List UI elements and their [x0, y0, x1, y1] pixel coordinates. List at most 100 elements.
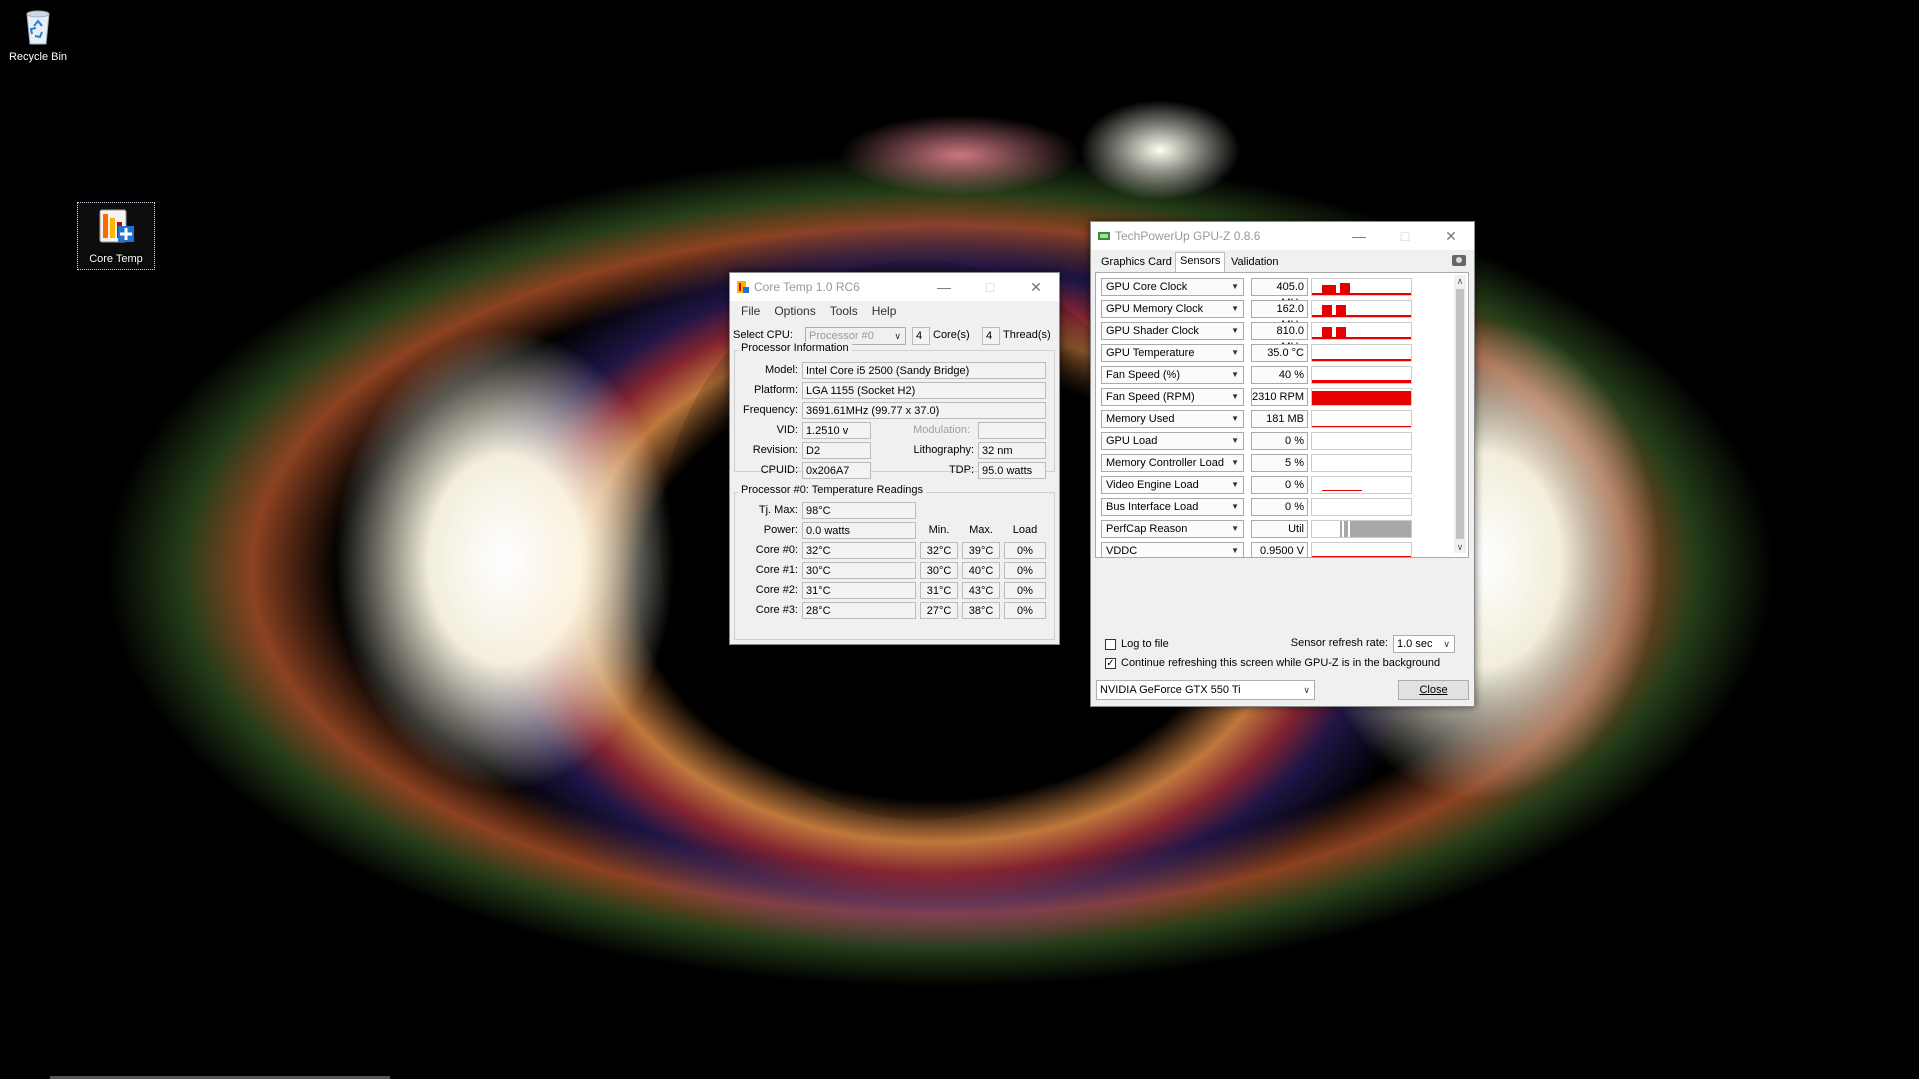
sensor-name-select[interactable]: GPU Shader Clock ▼: [1101, 322, 1244, 340]
sensor-name: Memory Controller Load: [1106, 457, 1224, 469]
sensor-name: Fan Speed (%): [1106, 369, 1180, 381]
core-label: Core #0:: [755, 544, 798, 556]
menu-file[interactable]: File: [734, 304, 767, 318]
temperature-title: Processor #0: Temperature Readings: [738, 484, 927, 496]
sensor-name-select[interactable]: GPU Core Clock ▼: [1101, 278, 1244, 296]
sensor-row: GPU Memory Clock ▼ 162.0 MHz: [1101, 299, 1446, 331]
power-field: 0.0 watts: [802, 522, 916, 539]
sensor-value: 0 %: [1251, 476, 1308, 494]
gpu-select[interactable]: NVIDIA GeForce GTX 550 Ti ∨: [1096, 680, 1315, 700]
log-to-file-checkbox[interactable]: [1105, 639, 1116, 650]
close-icon[interactable]: ✕: [1428, 222, 1474, 250]
dropdown-arrow-icon: ▼: [1231, 370, 1239, 379]
gpuz-titlebar[interactable]: TechPowerUp GPU-Z 0.8.6 — □ ✕: [1091, 222, 1474, 250]
scroll-thumb[interactable]: [1456, 289, 1464, 539]
sensor-row: Bus Interface Load ▼ 0 %: [1101, 497, 1446, 517]
gpuz-tabs: Graphics Card Sensors Validation: [1091, 252, 1474, 273]
sensor-value: 40 %: [1251, 366, 1308, 384]
select-cpu-label: Select CPU:: [733, 329, 793, 341]
tjmax-field: 98°C: [802, 502, 916, 519]
sensor-name: Memory Used: [1106, 413, 1175, 425]
scroll-up-icon[interactable]: ∧: [1454, 275, 1466, 287]
graph-bar: [1322, 490, 1362, 491]
sensor-name-select[interactable]: PerfCap Reason ▼: [1101, 520, 1244, 538]
menu-tools[interactable]: Tools: [823, 304, 865, 318]
menu-bar: File Options Tools Help: [730, 301, 1059, 321]
sensor-scrollbar[interactable]: ∧ ∨: [1454, 275, 1466, 553]
sensor-row: Video Engine Load ▼ 0 %: [1101, 475, 1446, 495]
sensor-graph: [1311, 278, 1412, 296]
sensor-name-select[interactable]: Bus Interface Load ▼: [1101, 498, 1244, 516]
tdp-label: TDP:: [948, 464, 974, 476]
refresh-rate-label: Sensor refresh rate:: [1290, 637, 1388, 649]
maximize-icon: □: [1400, 228, 1410, 244]
close-button[interactable]: Close: [1398, 680, 1469, 700]
sensor-graph: [1311, 520, 1412, 538]
sensor-row: Fan Speed (%) ▼ 40 %: [1101, 365, 1446, 385]
perfcap-bar: [1348, 521, 1350, 537]
model-label: Model:: [764, 364, 798, 376]
core-load: 0%: [1004, 562, 1046, 579]
sensor-name-select[interactable]: Memory Controller Load ▼: [1101, 454, 1244, 472]
sensor-name-select[interactable]: GPU Temperature ▼: [1101, 344, 1244, 362]
continue-refresh-checkbox[interactable]: ✓: [1105, 658, 1116, 669]
sensor-row: GPU Temperature ▼ 35.0 °C: [1101, 343, 1446, 363]
sensor-value: Util: [1251, 520, 1308, 538]
graph-bar: [1312, 449, 1412, 450]
platform-field: LGA 1155 (Socket H2): [802, 382, 1046, 399]
close-button-label: Close: [1419, 684, 1448, 696]
sensor-graph: [1311, 366, 1412, 384]
core-label: Core #1:: [755, 564, 798, 576]
graph-bar: [1312, 556, 1411, 557]
tab-validation[interactable]: Validation: [1227, 254, 1283, 271]
chevron-down-icon: ∨: [1443, 639, 1450, 649]
core-temp: 31°C: [802, 582, 916, 599]
frequency-field: 3691.61MHz (99.77 x 37.0): [802, 402, 1046, 419]
cpuid-field: 0x206A7: [802, 462, 871, 479]
dropdown-arrow-icon: ▼: [1231, 282, 1239, 291]
processor-info-title: Processor Information: [738, 342, 852, 354]
col-load-header: Load: [1012, 524, 1038, 536]
sensor-row: Fan Speed (RPM) ▼ 2310 RPM: [1101, 387, 1446, 407]
core-temp-titlebar[interactable]: Core Temp 1.0 RC6 — □ ✕: [730, 273, 1059, 301]
sensor-name-select[interactable]: Fan Speed (%) ▼: [1101, 366, 1244, 384]
sensor-name-select[interactable]: GPU Load ▼: [1101, 432, 1244, 450]
camera-icon[interactable]: [1452, 255, 1466, 266]
sensor-name-select[interactable]: GPU Memory Clock ▼: [1101, 300, 1244, 318]
desktop-icon-core-temp[interactable]: Core Temp: [77, 202, 155, 270]
sensor-graph: [1311, 454, 1412, 472]
sensor-value: 0 %: [1251, 432, 1308, 450]
sensor-row: GPU Shader Clock ▼ 810.0 MHz: [1101, 321, 1446, 353]
menu-help[interactable]: Help: [865, 304, 904, 318]
tab-sensors[interactable]: Sensors: [1175, 252, 1226, 273]
dropdown-arrow-icon: ▼: [1231, 414, 1239, 423]
scroll-down-icon[interactable]: ∨: [1454, 541, 1466, 553]
menu-options[interactable]: Options: [767, 304, 822, 318]
sensor-name-select[interactable]: Fan Speed (RPM) ▼: [1101, 388, 1244, 406]
sensor-list: GPU Core Clock▼405.0 MHzGPU Memory Clock…: [1095, 272, 1469, 558]
core-load: 0%: [1004, 582, 1046, 599]
sensor-graph: [1311, 322, 1412, 340]
gpuz-window: TechPowerUp GPU-Z 0.8.6 — □ ✕ Graphics C…: [1090, 221, 1475, 707]
sensor-name-select[interactable]: VDDC ▼: [1101, 542, 1244, 557]
sensor-name: PerfCap Reason: [1106, 523, 1188, 535]
model-field: Intel Core i5 2500 (Sandy Bridge): [802, 362, 1046, 379]
tjmax-label: Tj. Max:: [758, 504, 798, 516]
desktop-icon-label: Recycle Bin: [8, 51, 68, 63]
chevron-down-icon: ∨: [1303, 685, 1310, 695]
tab-graphics-card[interactable]: Graphics Card: [1097, 254, 1176, 271]
power-label: Power:: [763, 524, 798, 536]
desktop-icon-recycle-bin[interactable]: Recycle Bin: [0, 6, 76, 63]
core-temp: 30°C: [802, 562, 916, 579]
sensor-name-select[interactable]: Video Engine Load ▼: [1101, 476, 1244, 494]
window-title: Core Temp 1.0 RC6: [754, 280, 860, 294]
minimize-icon[interactable]: —: [1336, 222, 1382, 250]
vid-label: VID:: [776, 424, 798, 436]
refresh-rate-select[interactable]: 1.0 sec ∨: [1393, 635, 1455, 653]
minimize-icon[interactable]: —: [921, 273, 967, 301]
sensor-row: VDDC ▼ 0.9500 V: [1101, 541, 1446, 557]
sensor-name-select[interactable]: Memory Used ▼: [1101, 410, 1244, 428]
close-icon[interactable]: ✕: [1013, 273, 1059, 301]
cores-count: 4: [912, 327, 930, 345]
perfcap-bar: [1342, 521, 1344, 537]
